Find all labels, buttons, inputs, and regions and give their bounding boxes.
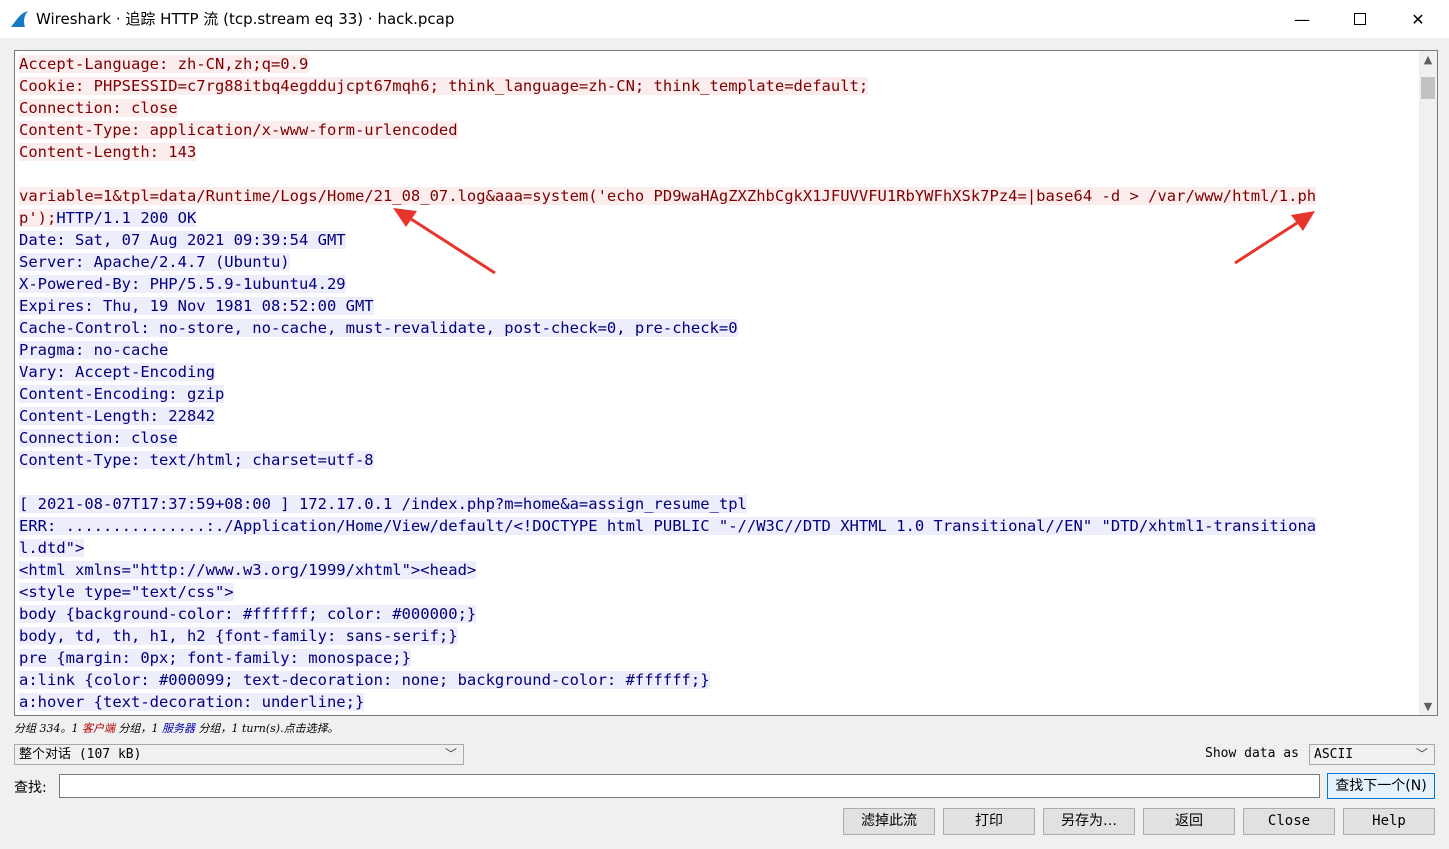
stream-line[interactable]: Content-Encoding: gzip (19, 383, 1411, 405)
server-text: body {background-color: #ffffff; color: … (19, 605, 477, 623)
server-text: Content-Type: text/html; charset=utf-8 (19, 451, 374, 469)
server-text: Pragma: no-cache (19, 341, 169, 359)
server-text: Content-Length: 22842 (19, 407, 215, 425)
scroll-thumb[interactable] (1421, 77, 1435, 99)
server-text: l.dtd"> (19, 539, 85, 557)
server-text: Vary: Accept-Encoding (19, 363, 215, 381)
chevron-down-icon: ﹀ (444, 747, 457, 761)
server-text: Expires: Thu, 19 Nov 1981 08:52:00 GMT (19, 297, 374, 315)
server-text: [ 2021-08-07T17:37:59+08:00 ] 172.17.0.1… (19, 495, 747, 513)
server-text: X-Powered-By: PHP/5.5.9-1ubuntu4.29 (19, 275, 346, 293)
close-icon: ✕ (1411, 9, 1425, 29)
vertical-scrollbar[interactable]: ▲ ▼ (1419, 51, 1437, 715)
stream-line[interactable]: Expires: Thu, 19 Nov 1981 08:52:00 GMT (19, 295, 1411, 317)
server-text: a:hover {text-decoration: underline;} (19, 693, 365, 711)
client-text: Connection: close (19, 99, 178, 117)
help-button[interactable]: Help (1343, 808, 1435, 835)
status-server: 服务器 (162, 722, 195, 735)
print-button[interactable]: 打印 (943, 808, 1035, 835)
stream-line[interactable]: <style type="text/css"> (19, 581, 1411, 603)
client-text: Content-Type: application/x-www-form-url… (19, 121, 458, 139)
stream-line[interactable]: pre {margin: 0px; font-family: monospace… (19, 647, 1411, 669)
stream-line[interactable]: Content-Type: text/html; charset=utf-8 (19, 449, 1411, 471)
server-text: Connection: close (19, 429, 178, 447)
filter-out-button[interactable]: 滤掉此流 (843, 808, 935, 835)
stream-line[interactable]: Content-Length: 22842 (19, 405, 1411, 427)
server-text: Date: Sat, 07 Aug 2021 09:39:54 GMT (19, 231, 346, 249)
scroll-down-icon[interactable]: ▼ (1419, 698, 1437, 715)
stream-line[interactable]: a:hover {text-decoration: underline;} (19, 691, 1411, 713)
maximize-button[interactable] (1331, 0, 1389, 38)
client-text: Cookie: PHPSESSID=c7rg88itbq4egddujcpt67… (19, 77, 869, 95)
stream-line[interactable]: Server: Apache/2.4.7 (Ubuntu) (19, 251, 1411, 273)
save-as-button[interactable]: 另存为… (1043, 808, 1135, 835)
server-text: a:link {color: #000099; text-decoration:… (19, 671, 710, 689)
find-label: 查找: (14, 780, 47, 796)
title-bar: Wireshark · 追踪 HTTP 流 (tcp.stream eq 33)… (0, 0, 1449, 38)
client-text: variable=1&tpl=data/Runtime/Logs/Home/21… (19, 187, 1317, 205)
status-prefix: 分组 334。1 (14, 722, 82, 735)
stream-line[interactable]: Accept-Language: zh-CN,zh;q=0.9 (19, 53, 1411, 75)
stream-line[interactable]: body {background-color: #ffffff; color: … (19, 603, 1411, 625)
stream-line[interactable]: Connection: close (19, 427, 1411, 449)
stream-line[interactable]: p');HTTP/1.1 200 OK (19, 207, 1411, 229)
stream-line[interactable] (19, 471, 1411, 493)
wireshark-fin-icon (11, 11, 28, 27)
server-text: <style type="text/css"> (19, 583, 234, 601)
status-suffix: 分组，1 turn(s).点击选择。 (195, 722, 339, 735)
server-text: body, td, th, h1, h2 {font-family: sans-… (19, 627, 458, 645)
stream-line[interactable]: variable=1&tpl=data/Runtime/Logs/Home/21… (19, 185, 1411, 207)
stream-line[interactable]: Connection: close (19, 97, 1411, 119)
stream-line[interactable]: body, td, th, h1, h2 {font-family: sans-… (19, 625, 1411, 647)
stream-line[interactable] (19, 163, 1411, 185)
stream-line[interactable]: a:link {color: #000099; text-decoration:… (19, 669, 1411, 691)
stream-line[interactable]: Vary: Accept-Encoding (19, 361, 1411, 383)
minimize-button[interactable]: — (1273, 0, 1331, 38)
show-data-label: Show data as (1205, 746, 1299, 761)
stream-line[interactable]: <html xmlns="http://www.w3.org/1999/xhtm… (19, 559, 1411, 581)
close-window-button[interactable]: ✕ (1389, 0, 1447, 38)
status-client: 客户端 (82, 722, 115, 735)
conversation-select[interactable]: 整个对话 (107 kB) ﹀ (14, 744, 464, 765)
server-text: Server: Apache/2.4.7 (Ubuntu) (19, 253, 290, 271)
find-input[interactable] (59, 774, 1320, 798)
stream-line[interactable]: ERR: ...............:./Application/Home/… (19, 515, 1411, 537)
stream-line[interactable]: l.dtd"> (19, 537, 1411, 559)
server-text: Cache-Control: no-store, no-cache, must-… (19, 319, 738, 337)
client-text: p'); (19, 209, 57, 227)
stream-line[interactable]: Pragma: no-cache (19, 339, 1411, 361)
stream-line[interactable]: X-Powered-By: PHP/5.5.9-1ubuntu4.29 (19, 273, 1411, 295)
status-mid: 分组，1 (115, 722, 162, 735)
server-text: ERR: ...............:./Application/Home/… (19, 517, 1317, 535)
stream-line[interactable]: Content-Length: 143 (19, 141, 1411, 163)
server-text: pre {margin: 0px; font-family: monospace… (19, 649, 411, 667)
window-title: Wireshark · 追踪 HTTP 流 (tcp.stream eq 33)… (36, 10, 455, 28)
conversation-select-value: 整个对话 (107 kB) (19, 747, 142, 762)
client-text: Accept-Language: zh-CN,zh;q=0.9 (19, 55, 309, 73)
show-data-value: ASCII (1314, 747, 1354, 762)
show-data-select[interactable]: ASCII ﹀ (1309, 744, 1435, 765)
client-text: Content-Length: 143 (19, 143, 197, 161)
stream-line[interactable]: Cache-Control: no-store, no-cache, must-… (19, 317, 1411, 339)
find-next-button[interactable]: 查找下一个(N) (1327, 773, 1435, 799)
stream-text[interactable]: Accept-Language: zh-CN,zh;q=0.9 Cookie: P… (19, 53, 1411, 713)
back-button[interactable]: 返回 (1143, 808, 1235, 835)
scroll-up-icon[interactable]: ▲ (1419, 51, 1437, 68)
server-text: HTTP/1.1 200 OK (56, 209, 197, 227)
stream-status-text: 分组 334。1 客户端 分组，1 服务器 分组，1 turn(s).点击选择。 (14, 720, 339, 736)
server-text: Content-Encoding: gzip (19, 385, 225, 403)
minimize-icon: — (1294, 9, 1310, 29)
close-button[interactable]: Close (1243, 808, 1335, 835)
maximize-icon (1354, 13, 1366, 25)
stream-line[interactable]: Content-Type: application/x-www-form-url… (19, 119, 1411, 141)
stream-content-view[interactable]: Accept-Language: zh-CN,zh;q=0.9 Cookie: P… (14, 50, 1438, 716)
stream-line[interactable]: Date: Sat, 07 Aug 2021 09:39:54 GMT (19, 229, 1411, 251)
stream-line[interactable]: [ 2021-08-07T17:37:59+08:00 ] 172.17.0.1… (19, 493, 1411, 515)
stream-line[interactable]: Cookie: PHPSESSID=c7rg88itbq4egddujcpt67… (19, 75, 1411, 97)
server-text: <html xmlns="http://www.w3.org/1999/xhtm… (19, 561, 477, 579)
chevron-down-icon: ﹀ (1415, 747, 1428, 761)
